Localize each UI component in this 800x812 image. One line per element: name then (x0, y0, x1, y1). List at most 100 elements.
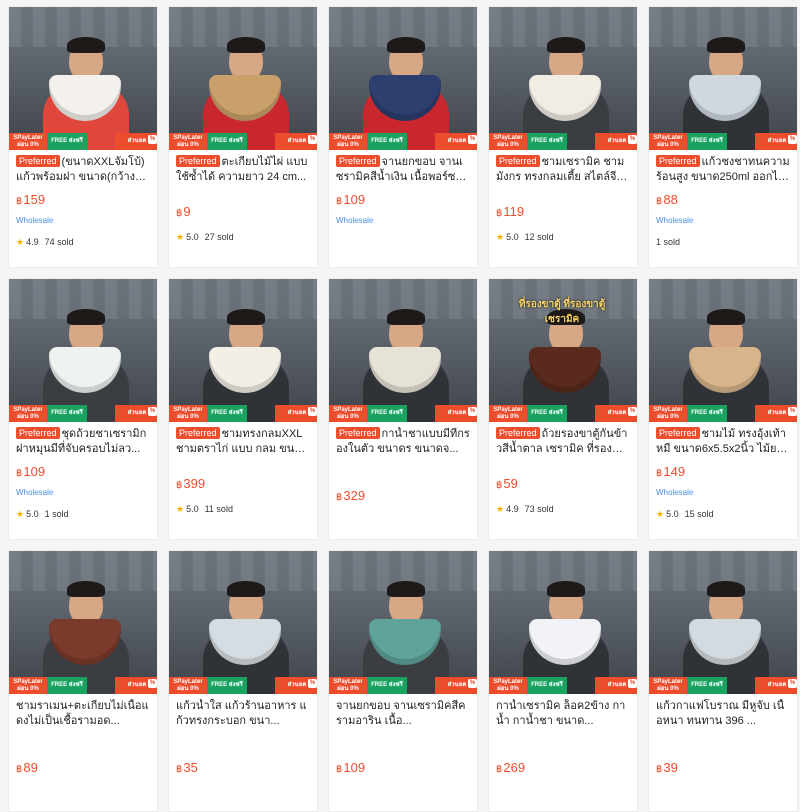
percent-icon: % (788, 679, 797, 688)
product-title[interactable]: Preferred ตะเกียบไม้ไผ่ แบบใช้ซ้ำได้ ความ… (176, 155, 310, 185)
product-title[interactable]: Preferred ชามทรงกลมXXL ชามตราไก่ แบบ กลม … (176, 427, 310, 457)
product-image[interactable]: SPayLater ผ่อน 0% FREE ส่งฟรี ส่วนลด% (489, 551, 637, 694)
product-info: Preferred ชามทรงกลมXXL ชามตราไก่ แบบ กลม … (169, 422, 317, 515)
preferred-tag: Preferred (496, 155, 540, 167)
free-shipping-badge: FREE ส่งฟรี (527, 133, 567, 150)
free-shipping-badge: FREE ส่งฟรี (687, 133, 727, 150)
product-title[interactable]: Preferred ถ้วยรองขาตู้กันข้าวสีน้ำตาล เซร… (496, 427, 630, 457)
product-card[interactable]: SPayLater ผ่อน 0% FREE ส่งฟรี ส่วนลด% แก้วน… (168, 550, 318, 812)
product-image[interactable]: SPayLater ผ่อน 0% FREE ส่งฟรี ส่วนลด% (329, 279, 477, 422)
spaylater-badge: SPayLater ผ่อน 0% (489, 405, 527, 422)
preferred-tag: Preferred (656, 427, 700, 439)
product-card[interactable]: SPayLater ผ่อน 0% FREE ส่งฟรี ส่วนลด% Prefe… (328, 6, 478, 268)
discount-badge-label: ส่วนลด (287, 410, 307, 416)
product-card[interactable]: SPayLater ผ่อน 0% FREE ส่งฟรี ส่วนลด% ชามรา… (8, 550, 158, 812)
product-card[interactable]: SPayLater ผ่อน 0% FREE ส่งฟรี ส่วนลด% Prefe… (168, 278, 318, 540)
product-card[interactable]: SPayLater ผ่อน 0% FREE ส่งฟรี ส่วนลด% Prefe… (8, 6, 158, 268)
preferred-tag: Preferred (176, 155, 220, 167)
spaylater-badge: SPayLater ผ่อน 0% (649, 133, 687, 150)
rating-row: ★ 5.0 1 sold (16, 508, 150, 520)
product-info: Preferred ชุดถ้วยชาเซรามิกฝาหมุนมีที่จับค… (9, 422, 157, 520)
currency-symbol: ฿ (496, 480, 503, 491)
discount-badge: ส่วนลด% (595, 677, 637, 694)
product-image[interactable]: SPayLater ผ่อน 0% FREE ส่งฟรี ส่วนลด% (649, 279, 797, 422)
product-title[interactable]: Preferred แก้วชงชาทนความร้อนสูง ขนาด250ml… (656, 155, 790, 185)
sold-count: 1 sold (44, 509, 69, 519)
product-card[interactable]: SPayLater ผ่อน 0% FREE ส่งฟรี ส่วนลด% Prefe… (648, 6, 798, 268)
product-info: Preferred จานยกขอบ จานเซรามิคสีน้ำเงิน เน… (329, 150, 477, 226)
rating-value: 5.0 (666, 509, 679, 519)
product-image[interactable]: SPayLater ผ่อน 0% FREE ส่งฟรี ส่วนลด% (489, 7, 637, 150)
percent-icon: % (468, 407, 477, 416)
product-image[interactable]: SPayLater ผ่อน 0% FREE ส่งฟรี ส่วนลด% (9, 279, 157, 422)
free-shipping-badge: FREE ส่งฟรี (367, 677, 407, 694)
rating-row: ★ 4.9 74 sold (16, 236, 150, 248)
rating-value: 5.0 (186, 504, 199, 514)
spaylater-badge: SPayLater ผ่อน 0% (489, 677, 527, 694)
product-image[interactable]: SPayLater ผ่อน 0% FREE ส่งฟรี ส่วนลด% (329, 7, 477, 150)
product-card[interactable]: SPayLater ผ่อน 0% FREE ส่งฟรี ส่วนลด% Prefe… (328, 278, 478, 540)
promo-badges: SPayLater ผ่อน 0% FREE ส่งฟรี ส่วนลด% (649, 133, 797, 150)
discount-badge: ส่วนลด% (275, 677, 317, 694)
discount-badge-label: ส่วนลด (767, 138, 787, 144)
product-title[interactable]: Preferred กาน้ำชาแบบมีที่กรองในตัว ขนาดร … (336, 427, 470, 457)
product-info: Preferred (ขนาดXXLจัมโบ้)แก้วพร้อมฝา ขนาด… (9, 150, 157, 248)
product-image[interactable]: SPayLater ผ่อน 0% FREE ส่งฟรี ส่วนลด% (169, 551, 317, 694)
free-shipping-badge: FREE ส่งฟรี (207, 405, 247, 422)
product-card[interactable]: SPayLater ผ่อน 0% FREE ส่งฟรี ส่วนลด% Prefe… (168, 6, 318, 268)
discount-badge: ส่วนลด% (755, 133, 797, 150)
discount-badge-label: ส่วนลด (607, 138, 627, 144)
rating-row: ★ 5.0 11 sold (176, 503, 310, 515)
spaylater-badge: SPayLater ผ่อน 0% (649, 677, 687, 694)
star-icon: ★ (496, 232, 505, 242)
promo-badges: SPayLater ผ่อน 0% FREE ส่งฟรี ส่วนลด% (169, 677, 317, 694)
free-shipping-badge: FREE ส่งฟรี (207, 133, 247, 150)
product-title[interactable]: แก้วกาแฟโบราณ มีหูจับ เนื้อหนา ทนทาน 396… (656, 699, 790, 729)
currency-symbol: ฿ (336, 196, 343, 207)
product-card[interactable]: SPayLater ผ่อน 0% FREE ส่งฟรี ส่วนลด% กาน้ำ… (488, 550, 638, 812)
spaylater-badge: SPayLater ผ่อน 0% (9, 405, 47, 422)
discount-badge-label: ส่วนลด (287, 682, 307, 688)
product-price: ฿9 (176, 203, 310, 221)
product-image[interactable]: SPayLater ผ่อน 0% FREE ส่งฟรี ส่วนลด% (9, 551, 157, 694)
percent-icon: % (148, 679, 157, 688)
discount-badge: ส่วนลด% (435, 133, 477, 150)
product-title[interactable]: Preferred ชามไม้ ทรงอุ้งเท้าหมี ขนาด6x5.5… (656, 427, 790, 457)
discount-badge-label: ส่วนลด (767, 410, 787, 416)
product-title[interactable]: จานยกขอบ จานเซรามิคสีครามอาริน เนื้อ... (336, 699, 470, 729)
product-title[interactable]: กาน้ำเซรามิค ล็อค2ข้าง กาน้ำ กาน้ำชา ขนา… (496, 699, 630, 729)
product-card[interactable]: SPayLater ผ่อน 0% FREE ส่งฟรี ส่วนลด% Prefe… (488, 6, 638, 268)
discount-badge: ส่วนลด% (275, 133, 317, 150)
product-image[interactable]: SPayLater ผ่อน 0% FREE ส่งฟรี ส่วนลด% (649, 551, 797, 694)
currency-symbol: ฿ (176, 764, 183, 775)
spaylater-badge: SPayLater ผ่อน 0% (169, 133, 207, 150)
product-title[interactable]: Preferred ชามเซรามิค ชามมังกร ทรงกลมเตี้ย… (496, 155, 630, 185)
product-image[interactable]: SPayLater ผ่อน 0% FREE ส่งฟรี ส่วนลด% (9, 7, 157, 150)
currency-symbol: ฿ (656, 196, 663, 207)
product-title[interactable]: แก้วน้ำใส แก้วร้านอาหาร แก้วทรงกระบอก ขน… (176, 699, 310, 729)
product-image[interactable]: SPayLater ผ่อน 0% FREE ส่งฟรี ส่วนลด% (169, 279, 317, 422)
discount-badge: ส่วนลด% (435, 677, 477, 694)
product-image[interactable]: SPayLater ผ่อน 0% FREE ส่งฟรี ส่วนลด% (329, 551, 477, 694)
product-title[interactable]: Preferred ชุดถ้วยชาเซรามิกฝาหมุนมีที่จับค… (16, 427, 150, 457)
product-title[interactable]: Preferred (ขนาดXXLจัมโบ้)แก้วพร้อมฝา ขนาด… (16, 155, 150, 185)
product-image[interactable]: SPayLater ผ่อน 0% FREE ส่งฟรี ส่วนลด% (169, 7, 317, 150)
currency-symbol: ฿ (496, 208, 503, 219)
product-card[interactable]: SPayLater ผ่อน 0% FREE ส่งฟรี ส่วนลด% แก้วก… (648, 550, 798, 812)
product-title[interactable]: ชามราเมน+ตะเกียบไม่เนื้อแดงไม่เป็นเชื้อร… (16, 699, 150, 729)
preferred-tag: Preferred (656, 155, 700, 167)
preferred-tag: Preferred (16, 427, 60, 439)
product-card[interactable]: ที่รองขาตู้ ที่รองขาตู้ เซรามิค SPayLater… (488, 278, 638, 540)
product-card[interactable]: SPayLater ผ่อน 0% FREE ส่งฟรี ส่วนลด% จานยก… (328, 550, 478, 812)
product-image[interactable]: ที่รองขาตู้ ที่รองขาตู้ เซรามิค SPayLater… (489, 279, 637, 422)
rating-value: 5.0 (506, 232, 519, 242)
product-image[interactable]: SPayLater ผ่อน 0% FREE ส่งฟรี ส่วนลด% (649, 7, 797, 150)
star-icon: ★ (176, 232, 185, 242)
product-card[interactable]: SPayLater ผ่อน 0% FREE ส่งฟรี ส่วนลด% Prefe… (648, 278, 798, 540)
promo-badges: SPayLater ผ่อน 0% FREE ส่งฟรี ส่วนลด% (329, 677, 477, 694)
product-title[interactable]: Preferred จานยกขอบ จานเซรามิคสีน้ำเงิน เน… (336, 155, 470, 185)
product-card[interactable]: SPayLater ผ่อน 0% FREE ส่งฟรี ส่วนลด% Prefe… (8, 278, 158, 540)
price-value: 269 (503, 760, 526, 775)
currency-symbol: ฿ (16, 196, 23, 207)
product-price: ฿89 (16, 759, 150, 777)
